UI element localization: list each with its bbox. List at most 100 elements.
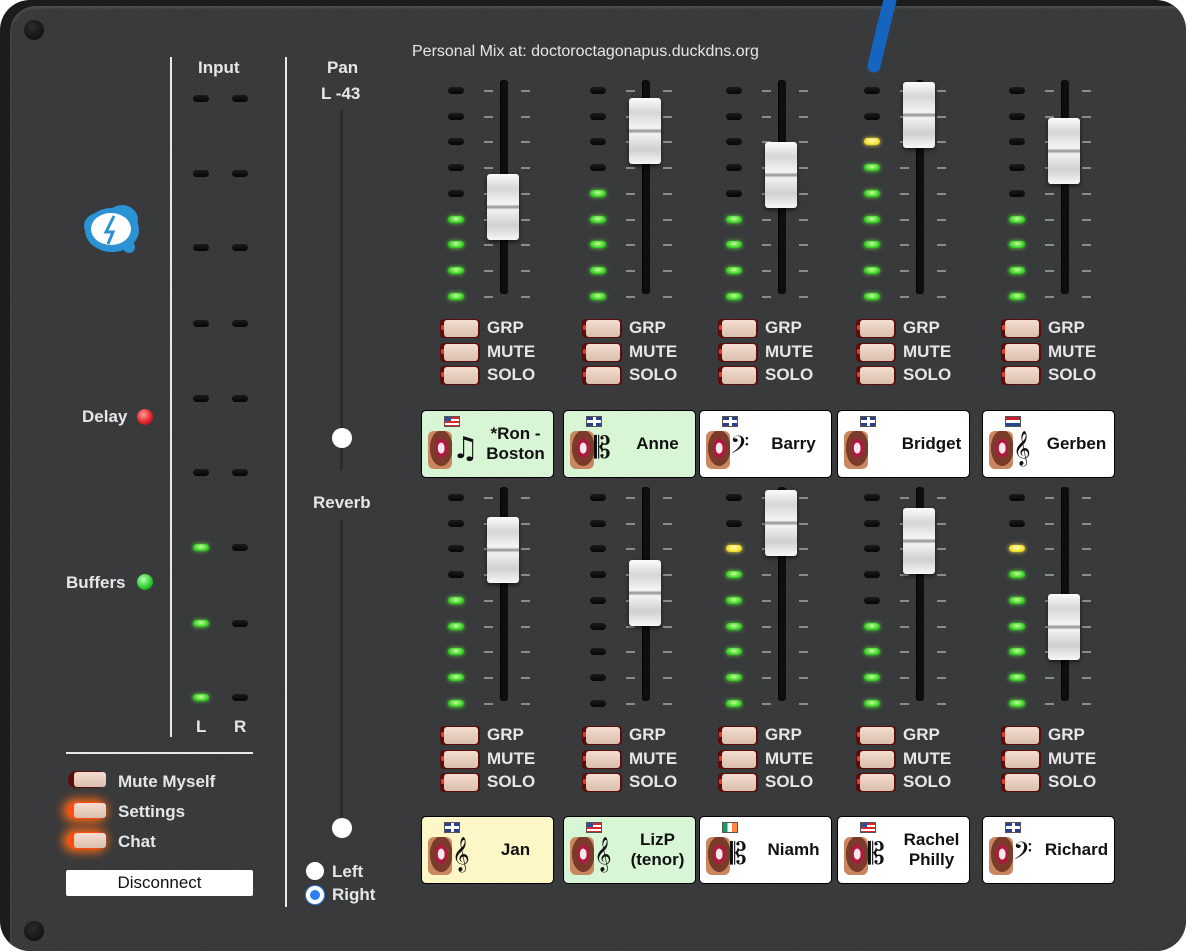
grp-button[interactable]: GRP	[440, 317, 560, 339]
channel-name-card[interactable]: 𝄡 Anne	[563, 410, 696, 478]
reverb-slider-track[interactable]	[340, 520, 343, 830]
mute-label: MUTE	[765, 341, 814, 361]
channel-name-card[interactable]: 𝄞 Gerben	[982, 410, 1115, 478]
channel-level-led	[448, 545, 464, 553]
volume-fader-knob[interactable]	[1048, 118, 1080, 184]
mute-label: MUTE	[903, 341, 952, 361]
grp-button[interactable]: GRP	[718, 317, 838, 339]
channel-name-card[interactable]: 𝄡 Niamh	[699, 816, 832, 884]
fader-tick	[762, 625, 771, 628]
channel-level-led	[726, 292, 742, 300]
channel-level-led	[1009, 189, 1025, 197]
mute-button[interactable]: MUTE	[440, 748, 560, 770]
mute-button[interactable]: MUTE	[1001, 341, 1121, 363]
mute-button[interactable]: MUTE	[856, 341, 976, 363]
mute-button[interactable]: MUTE	[718, 748, 838, 770]
disconnect-button[interactable]: Disconnect	[66, 870, 253, 896]
channel-level-led	[864, 545, 880, 553]
pan-slider-track[interactable]	[340, 110, 343, 470]
channel-name-card[interactable]: 𝄡 Rachel Philly	[837, 816, 970, 884]
fader-tick	[1082, 167, 1091, 170]
reverb-title: Reverb	[313, 493, 371, 512]
button-cap	[444, 750, 478, 768]
mute-button[interactable]: MUTE	[440, 341, 560, 363]
volume-fader-knob[interactable]	[903, 82, 935, 148]
volume-fader-knob[interactable]	[903, 508, 935, 574]
reverb-left-radio[interactable]	[306, 862, 324, 880]
volume-fader-knob[interactable]	[1048, 594, 1080, 660]
channel-level-led	[864, 519, 880, 527]
channel-level-led	[448, 292, 464, 300]
reverb-slider-thumb[interactable]	[332, 818, 352, 838]
solo-button[interactable]: SOLO	[856, 771, 976, 793]
button-cap	[860, 774, 894, 791]
volume-fader-knob[interactable]	[487, 517, 519, 583]
pan-slider-thumb[interactable]	[332, 428, 352, 448]
channel-name-card[interactable]: 𝄢 Richard	[982, 816, 1115, 884]
fader-tick	[762, 269, 771, 272]
button-indicator	[719, 348, 722, 354]
channel-name-card[interactable]: 𝄞 Jan	[421, 816, 554, 884]
solo-button[interactable]: SOLO	[856, 364, 976, 386]
fader-tick	[521, 192, 530, 195]
fader-tick	[1045, 192, 1054, 195]
singer-avatar-icon	[428, 837, 452, 875]
chat-toggle[interactable]	[68, 832, 106, 849]
solo-button[interactable]: SOLO	[718, 364, 838, 386]
mute-button[interactable]: MUTE	[856, 748, 976, 770]
solo-button[interactable]: SOLO	[440, 364, 560, 386]
volume-fader-knob[interactable]	[629, 560, 661, 626]
channel-name-card[interactable]: ♫ *Ron - Boston	[421, 410, 554, 478]
volume-fader-knob[interactable]	[487, 174, 519, 240]
solo-button[interactable]: SOLO	[718, 771, 838, 793]
settings-toggle[interactable]	[68, 802, 106, 819]
fader-tick	[626, 548, 635, 551]
grp-button[interactable]: GRP	[1001, 317, 1121, 339]
channel-level-led	[1009, 138, 1025, 146]
mute-myself-toggle[interactable]	[68, 771, 106, 788]
channel-level-led	[864, 164, 880, 172]
channel-level-led	[1009, 292, 1025, 300]
channel-name-card[interactable]: 𝄞 LizP (tenor)	[563, 816, 696, 884]
channel-name: Rachel Philly	[903, 830, 960, 869]
volume-fader-knob[interactable]	[765, 490, 797, 556]
grp-button[interactable]: GRP	[440, 724, 560, 746]
reverb-right-radio[interactable]	[306, 886, 324, 904]
fader-tick	[762, 295, 771, 298]
solo-button[interactable]: SOLO	[440, 771, 560, 793]
button-indicator	[857, 372, 860, 377]
fader-tick	[484, 599, 493, 602]
reverb-right-label: Right	[332, 885, 376, 904]
grp-button[interactable]: GRP	[856, 317, 976, 339]
fader-tick	[663, 218, 672, 221]
grp-button[interactable]: GRP	[718, 724, 838, 746]
channel-name-card[interactable]: Bridget	[837, 410, 970, 478]
mute-button[interactable]: MUTE	[718, 341, 838, 363]
channel-name-card[interactable]: 𝄢 Barry	[699, 410, 832, 478]
grp-button[interactable]: GRP	[582, 317, 702, 339]
treble-clef-icon: 𝄞	[452, 837, 470, 872]
fader-tick	[937, 218, 946, 221]
volume-fader-knob[interactable]	[629, 98, 661, 164]
input-meter-led-right	[232, 320, 248, 327]
grp-label: GRP	[903, 725, 940, 744]
channel-level-led	[1009, 266, 1025, 274]
volume-fader-knob[interactable]	[765, 142, 797, 208]
mute-button[interactable]: MUTE	[582, 341, 702, 363]
mute-button[interactable]: MUTE	[582, 748, 702, 770]
grp-button[interactable]: GRP	[1001, 724, 1121, 746]
fader-tick	[762, 218, 771, 221]
fader-tick	[799, 599, 808, 602]
solo-button[interactable]: SOLO	[1001, 364, 1121, 386]
button-cap	[722, 750, 756, 768]
solo-button[interactable]: SOLO	[582, 771, 702, 793]
fader-tick	[521, 574, 530, 577]
solo-button[interactable]: SOLO	[1001, 771, 1121, 793]
fader-tick	[1045, 90, 1054, 92]
mute-button[interactable]: MUTE	[1001, 748, 1121, 770]
grp-button[interactable]: GRP	[856, 724, 976, 746]
solo-button[interactable]: SOLO	[582, 364, 702, 386]
fader-tick	[521, 497, 530, 499]
grp-button[interactable]: GRP	[582, 724, 702, 746]
pan-value: L -43	[321, 84, 361, 103]
